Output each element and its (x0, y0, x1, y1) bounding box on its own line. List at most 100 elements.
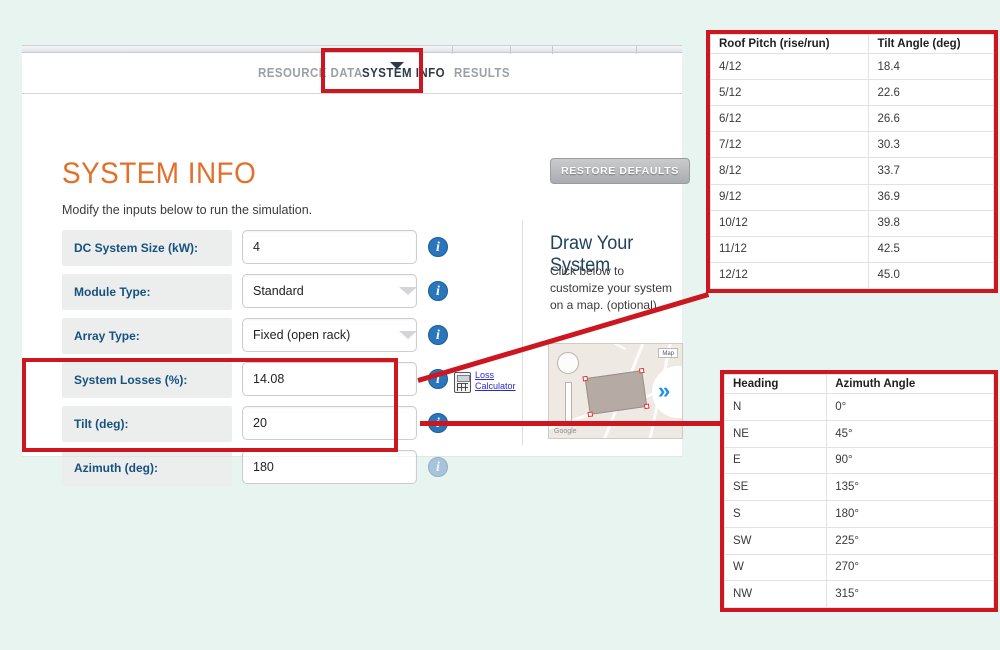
table-row: SE 135° (723, 473, 994, 501)
cell: 45° (826, 419, 994, 448)
cell: 9/12 (709, 183, 870, 211)
table-row: SW 225° (723, 526, 994, 555)
roof-pitch-col-0: Roof Pitch (rise/run) (709, 34, 870, 54)
table-row: 11/12 42.5 (709, 235, 994, 263)
cell: 270° (826, 553, 994, 582)
active-tab-caret-icon (390, 62, 404, 69)
loss-calculator-line2: Calculator (475, 381, 516, 391)
table-row: N 0° (723, 393, 994, 421)
roof-pitch-col-1: Tilt Angle (deg) (868, 34, 994, 54)
azimuth-table: Heading Azimuth Angle N 0° NE 45° E 90° SE 1… (723, 374, 994, 608)
map-type-label[interactable]: Map (658, 348, 678, 358)
tab-bar: RESOURCE DATA SYSTEM INFO RESULTS (22, 54, 682, 94)
input-dc-system-size[interactable]: 4 (242, 230, 417, 264)
azimuth-heading-reference-table: Heading Azimuth Angle N 0° NE 45° E 90° SE 1… (720, 370, 998, 612)
cell: 180° (826, 500, 994, 528)
annotation-connector-azimuth (420, 421, 723, 426)
cell: 36.9 (868, 183, 994, 211)
table-row: 12/12 45.0 (709, 261, 994, 290)
table-row: S 180° (723, 500, 994, 528)
table-header-row: Heading Azimuth Angle (723, 374, 994, 394)
tab-results[interactable]: RESULTS (454, 66, 510, 80)
cell: SW (723, 526, 828, 555)
table-row: 5/12 22.6 (709, 79, 994, 107)
panel-top-gradient-bar (22, 45, 682, 54)
cell: 8/12 (709, 157, 870, 185)
form-row-tilt: Tilt (deg): 20 i (62, 406, 448, 446)
column-divider (522, 220, 523, 445)
table-row: NW 315° (723, 580, 994, 608)
map-compass-icon[interactable] (557, 352, 579, 374)
label-system-losses: System Losses (%): (62, 362, 232, 398)
cell: N (723, 393, 828, 421)
chevron-down-icon-module-type[interactable] (399, 287, 417, 295)
cell: SE (723, 473, 828, 501)
table-row: 7/12 30.3 (709, 131, 994, 159)
label-tilt: Tilt (deg): (62, 406, 232, 442)
table-row: 10/12 39.8 (709, 209, 994, 237)
restore-defaults-button[interactable]: RESTORE DEFAULTS (550, 158, 690, 184)
table-header-row: Roof Pitch (rise/run) Tilt Angle (deg) (709, 34, 994, 54)
map-credit-label: Google (554, 428, 577, 435)
screenshot-root: RESOURCE DATA SYSTEM INFO RESULTS SYSTEM… (0, 0, 1000, 650)
cell: 90° (826, 446, 994, 475)
cell: E (723, 446, 828, 475)
cell: 315° (826, 580, 994, 608)
roof-pitch-reference-table: Roof Pitch (rise/run) Tilt Angle (deg) 4… (706, 30, 998, 293)
cell: 7/12 (709, 131, 870, 159)
cell: 10/12 (709, 209, 870, 237)
loss-calculator-link[interactable]: Loss Calculator (454, 370, 528, 400)
cell: 135° (826, 473, 994, 501)
table-row: NE 45° (723, 419, 994, 448)
input-system-losses[interactable]: 14.08 (242, 362, 417, 396)
cell: NE (723, 419, 828, 448)
cell: S (723, 500, 828, 528)
table-row: E 90° (723, 446, 994, 475)
cell: 39.8 (868, 209, 994, 237)
table-row: W 270° (723, 553, 994, 582)
info-icon-module-type[interactable]: i (428, 281, 448, 301)
azimuth-col-1: Azimuth Angle (826, 374, 994, 394)
roof-pitch-table: Roof Pitch (rise/run) Tilt Angle (deg) 4… (709, 34, 994, 290)
loss-calculator-label: Loss Calculator (475, 370, 516, 392)
input-tilt[interactable]: 20 (242, 406, 417, 440)
info-icon-azimuth[interactable]: i (428, 457, 448, 477)
label-array-type: Array Type: (62, 318, 232, 354)
info-icon-array-type[interactable]: i (428, 325, 448, 345)
cell: 5/12 (709, 79, 870, 107)
cell: 0° (826, 393, 994, 421)
cell: 11/12 (709, 235, 870, 263)
system-info-form: DC System Size (kW): 4 i Module Type: St… (62, 230, 516, 494)
double-chevron-right-icon: » (658, 378, 671, 403)
map-zoom-slider[interactable] (565, 382, 572, 426)
cell: 45.0 (868, 261, 994, 290)
cell: 33.7 (868, 157, 994, 185)
loss-calculator-line1: Loss (475, 370, 495, 380)
table-row: 4/12 18.4 (709, 52, 994, 81)
label-dc-system-size: DC System Size (kW): (62, 230, 232, 266)
select-module-type[interactable]: Standard (242, 274, 417, 308)
chevron-down-icon-array-type[interactable] (399, 331, 417, 339)
label-module-type: Module Type: (62, 274, 232, 310)
table-row: 6/12 26.6 (709, 105, 994, 133)
cell: 225° (826, 526, 994, 555)
select-array-type[interactable]: Fixed (open rack) (242, 318, 417, 352)
pvwatts-app-panel: RESOURCE DATA SYSTEM INFO RESULTS SYSTEM… (22, 45, 690, 486)
cell: 6/12 (709, 105, 870, 133)
form-row-module-type: Module Type: Standard i (62, 274, 448, 314)
cell: NW (723, 580, 828, 608)
cell: 30.3 (868, 131, 994, 159)
page-subtitle: Modify the inputs below to run the simul… (62, 203, 313, 217)
form-row-dc-system-size: DC System Size (kW): 4 i (62, 230, 448, 270)
cell: 42.5 (868, 235, 994, 263)
table-row: 9/12 36.9 (709, 183, 994, 211)
info-icon-dc-system-size[interactable]: i (428, 237, 448, 257)
cell: 18.4 (868, 52, 994, 81)
cell: 26.6 (868, 105, 994, 133)
form-row-system-losses: System Losses (%): 14.08 i (62, 362, 448, 402)
calculator-icon (454, 372, 471, 393)
cell: 12/12 (709, 261, 870, 290)
map-parcel-shape (582, 367, 650, 418)
tab-resource-data[interactable]: RESOURCE DATA (258, 66, 363, 80)
table-row: 8/12 33.7 (709, 157, 994, 185)
